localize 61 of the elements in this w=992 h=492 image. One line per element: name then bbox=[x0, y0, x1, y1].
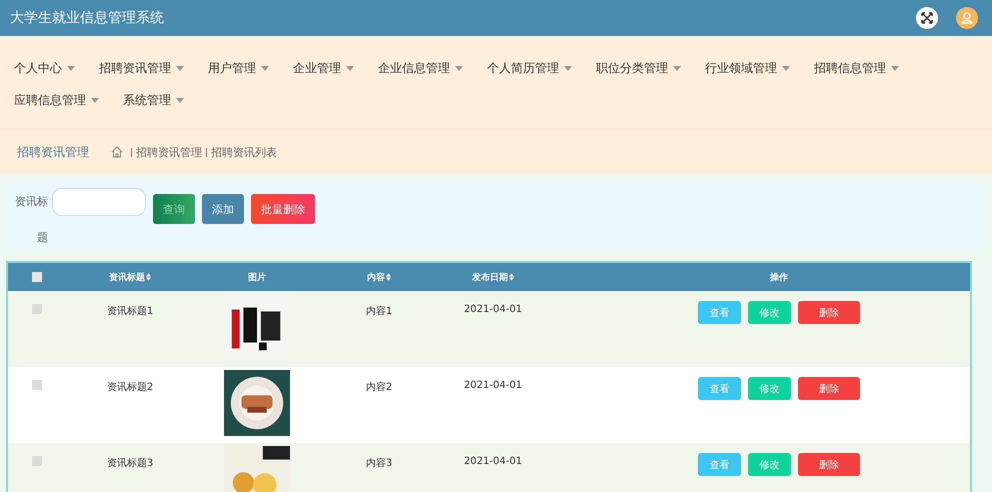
nav-menu-item[interactable]: 招聘资讯管理 bbox=[85, 52, 194, 84]
row-checkbox[interactable] bbox=[32, 380, 42, 390]
row-checkbox[interactable] bbox=[32, 304, 42, 314]
table-cell-text: 内容3 bbox=[366, 456, 392, 471]
nav-menu-item[interactable]: 个人简历管理 bbox=[473, 52, 582, 84]
caret-icon bbox=[91, 98, 99, 102]
caret-icon bbox=[891, 66, 899, 70]
toolbar-button[interactable]: 查询 bbox=[153, 194, 195, 224]
caret-icon bbox=[67, 66, 75, 70]
caret-icon bbox=[673, 66, 681, 70]
select-all-checkbox[interactable] bbox=[32, 272, 42, 282]
column-header[interactable]: 内容 bbox=[367, 270, 391, 284]
nav-menu-item[interactable]: 企业信息管理 bbox=[364, 52, 473, 84]
row-action-button[interactable]: 删除 bbox=[798, 301, 860, 324]
search-label: 资讯标题 bbox=[14, 194, 48, 246]
row-action-button[interactable]: 查看 bbox=[698, 377, 741, 400]
search-field[interactable] bbox=[52, 188, 146, 216]
page-title: 招聘资讯管理 bbox=[17, 144, 89, 160]
nav-menu-item[interactable]: 职位分类管理 bbox=[582, 52, 691, 84]
row-checkbox[interactable] bbox=[32, 456, 42, 466]
table-cell-text: 2021-04-01 bbox=[464, 380, 522, 393]
caret-icon bbox=[346, 66, 354, 70]
table-cell-text: 资讯标题2 bbox=[106, 380, 154, 395]
table-cell-text: 2021-04-01 bbox=[464, 304, 522, 317]
row-action-button[interactable]: 查看 bbox=[698, 453, 741, 476]
caret-icon bbox=[455, 66, 463, 70]
column-header[interactable]: 发布日期 bbox=[472, 270, 514, 284]
column-header: 操作 bbox=[770, 272, 788, 284]
sort-icon[interactable] bbox=[146, 273, 151, 281]
fullscreen-icon[interactable] bbox=[916, 7, 938, 29]
row-action-button[interactable]: 删除 bbox=[798, 377, 860, 400]
home-icon[interactable] bbox=[111, 146, 123, 158]
table-cell-text: 内容1 bbox=[366, 304, 392, 319]
user-avatar-icon[interactable] bbox=[956, 7, 978, 29]
table-cell-text: 内容2 bbox=[366, 380, 392, 395]
column-header[interactable]: 资讯标题 bbox=[109, 270, 151, 284]
breadcrumb-item[interactable]: 招聘资讯管理 bbox=[136, 144, 202, 160]
nav-menu-item[interactable]: 系统管理 bbox=[109, 84, 194, 116]
breadcrumb-item[interactable]: 招聘资讯列表 bbox=[211, 144, 277, 160]
nav-menu-item[interactable]: 个人中心 bbox=[0, 52, 85, 84]
toolbar-button[interactable]: 批量删除 bbox=[251, 194, 315, 224]
table-cell-text: 2021-04-01 bbox=[464, 456, 522, 469]
caret-icon bbox=[261, 66, 269, 70]
sort-icon[interactable] bbox=[509, 273, 514, 281]
nav-menu-item[interactable]: 用户管理 bbox=[194, 52, 279, 84]
caret-icon bbox=[782, 66, 790, 70]
row-action-button[interactable]: 查看 bbox=[698, 301, 741, 324]
table-cell-text: 资讯标题3 bbox=[106, 456, 154, 471]
app-title: 大学生就业信息管理系统 bbox=[10, 9, 164, 27]
table-cell-text: 资讯标题1 bbox=[106, 304, 154, 319]
caret-icon bbox=[564, 66, 572, 70]
row-action-button[interactable]: 删除 bbox=[798, 453, 860, 476]
nav-menu-item[interactable]: 应聘信息管理 bbox=[0, 84, 109, 116]
nav-menu-item[interactable]: 企业管理 bbox=[279, 52, 364, 84]
caret-icon bbox=[176, 98, 184, 102]
nav-menu-item[interactable]: 招聘信息管理 bbox=[800, 52, 909, 84]
sort-icon[interactable] bbox=[386, 273, 391, 281]
column-header: 图片 bbox=[248, 271, 266, 284]
caret-icon bbox=[176, 66, 184, 70]
nav-menu-item[interactable]: 行业领域管理 bbox=[691, 52, 800, 84]
toolbar-button[interactable]: 添加 bbox=[202, 194, 244, 224]
